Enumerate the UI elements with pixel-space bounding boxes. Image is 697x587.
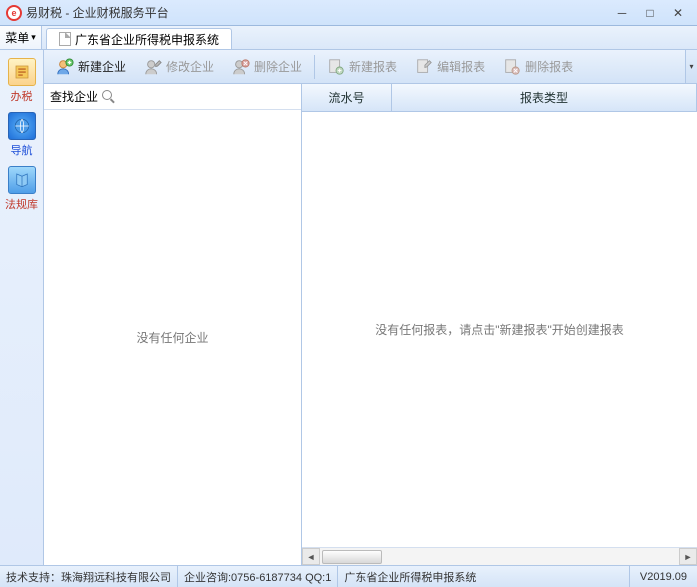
button-label: 删除企业	[254, 58, 302, 75]
report-pane: 流水号 报表类型 没有任何报表，请点击"新建报表"开始创建报表 ◄ ►	[302, 84, 697, 565]
scroll-track[interactable]	[320, 550, 679, 564]
close-button[interactable]: ✕	[665, 4, 691, 22]
toolbar-separator	[314, 55, 315, 79]
window-controls: ─ □ ✕	[609, 4, 691, 22]
button-label: 新建企业	[78, 58, 126, 75]
delete-report-button[interactable]: 删除报表	[495, 54, 581, 80]
search-label: 查找企业	[50, 88, 98, 105]
tab-label: 广东省企业所得税申报系统	[75, 31, 219, 48]
globe-icon	[8, 112, 36, 140]
edit-enterprise-button[interactable]: 修改企业	[136, 54, 222, 80]
status-context: 广东省企业所得税申报系统	[338, 566, 630, 587]
chevron-down-icon: ▾	[31, 32, 36, 43]
toolbar-overflow-button[interactable]: ▾	[685, 50, 697, 83]
title-bar: e 易财税 - 企业财税服务平台 ─ □ ✕	[0, 0, 697, 26]
sidebar-item-label: 办税	[11, 88, 33, 104]
tax-icon	[8, 58, 36, 86]
menu-label: 菜单	[5, 29, 29, 46]
button-label: 删除报表	[525, 58, 573, 75]
edit-report-icon	[415, 58, 433, 76]
button-label: 编辑报表	[437, 58, 485, 75]
search-input[interactable]	[120, 90, 295, 104]
button-label: 修改企业	[166, 58, 214, 75]
main-area: 办税 导航 法规库 新建企业 修改企业	[0, 50, 697, 565]
sidebar-item-tax[interactable]: 办税	[3, 54, 41, 108]
button-label: 新建报表	[349, 58, 397, 75]
status-version: V2019.09	[630, 571, 697, 583]
sidebar-item-regulations[interactable]: 法规库	[3, 162, 41, 216]
maximize-button[interactable]: □	[637, 4, 663, 22]
new-report-icon	[327, 58, 345, 76]
status-support: 技术支持：珠海翔远科技有限公司	[0, 566, 178, 587]
split-pane: 查找企业 没有任何企业 流水号 报表类型 没有任何报表，请点击"新建报表"开始创…	[44, 84, 697, 565]
sidebar-item-label: 导航	[11, 142, 33, 158]
enterprise-empty-message: 没有任何企业	[44, 110, 301, 565]
delete-enterprise-icon	[232, 58, 250, 76]
book-icon	[8, 166, 36, 194]
top-bar: 菜单 ▾ 广东省企业所得税申报系统	[0, 26, 697, 50]
toolbar: 新建企业 修改企业 删除企业 新建报表 编辑报表 删除报表	[44, 50, 697, 84]
column-report-type[interactable]: 报表类型	[392, 84, 697, 111]
grid-header: 流水号 报表类型	[302, 84, 697, 112]
status-consult: 企业咨询:0756-6187734 QQ:1	[178, 566, 338, 587]
edit-report-button[interactable]: 编辑报表	[407, 54, 493, 80]
status-bar: 技术支持：珠海翔远科技有限公司 企业咨询:0756-6187734 QQ:1 广…	[0, 565, 697, 587]
scroll-thumb[interactable]	[322, 550, 382, 564]
delete-enterprise-button[interactable]: 删除企业	[224, 54, 310, 80]
new-report-button[interactable]: 新建报表	[319, 54, 405, 80]
sidebar: 办税 导航 法规库	[0, 50, 44, 565]
add-enterprise-icon	[56, 58, 74, 76]
content-area: 新建企业 修改企业 删除企业 新建报表 编辑报表 删除报表	[44, 50, 697, 565]
delete-report-icon	[503, 58, 521, 76]
column-serial[interactable]: 流水号	[302, 84, 392, 111]
minimize-button[interactable]: ─	[609, 4, 635, 22]
new-enterprise-button[interactable]: 新建企业	[48, 54, 134, 80]
app-logo-icon: e	[6, 5, 22, 21]
menu-button[interactable]: 菜单 ▾	[0, 26, 42, 49]
horizontal-scrollbar[interactable]: ◄ ►	[302, 547, 697, 565]
edit-enterprise-icon	[144, 58, 162, 76]
scroll-left-button[interactable]: ◄	[302, 548, 320, 565]
enterprise-list-pane: 查找企业 没有任何企业	[44, 84, 302, 565]
tab-declaration-system[interactable]: 广东省企业所得税申报系统	[46, 28, 232, 49]
app-title: 易财税 - 企业财税服务平台	[26, 4, 169, 21]
search-row: 查找企业	[44, 84, 301, 110]
document-icon	[59, 32, 71, 46]
sidebar-item-label: 法规库	[5, 196, 38, 212]
search-icon	[102, 90, 116, 104]
scroll-right-button[interactable]: ►	[679, 548, 697, 565]
report-empty-message: 没有任何报表，请点击"新建报表"开始创建报表	[302, 112, 697, 547]
sidebar-item-nav[interactable]: 导航	[3, 108, 41, 162]
